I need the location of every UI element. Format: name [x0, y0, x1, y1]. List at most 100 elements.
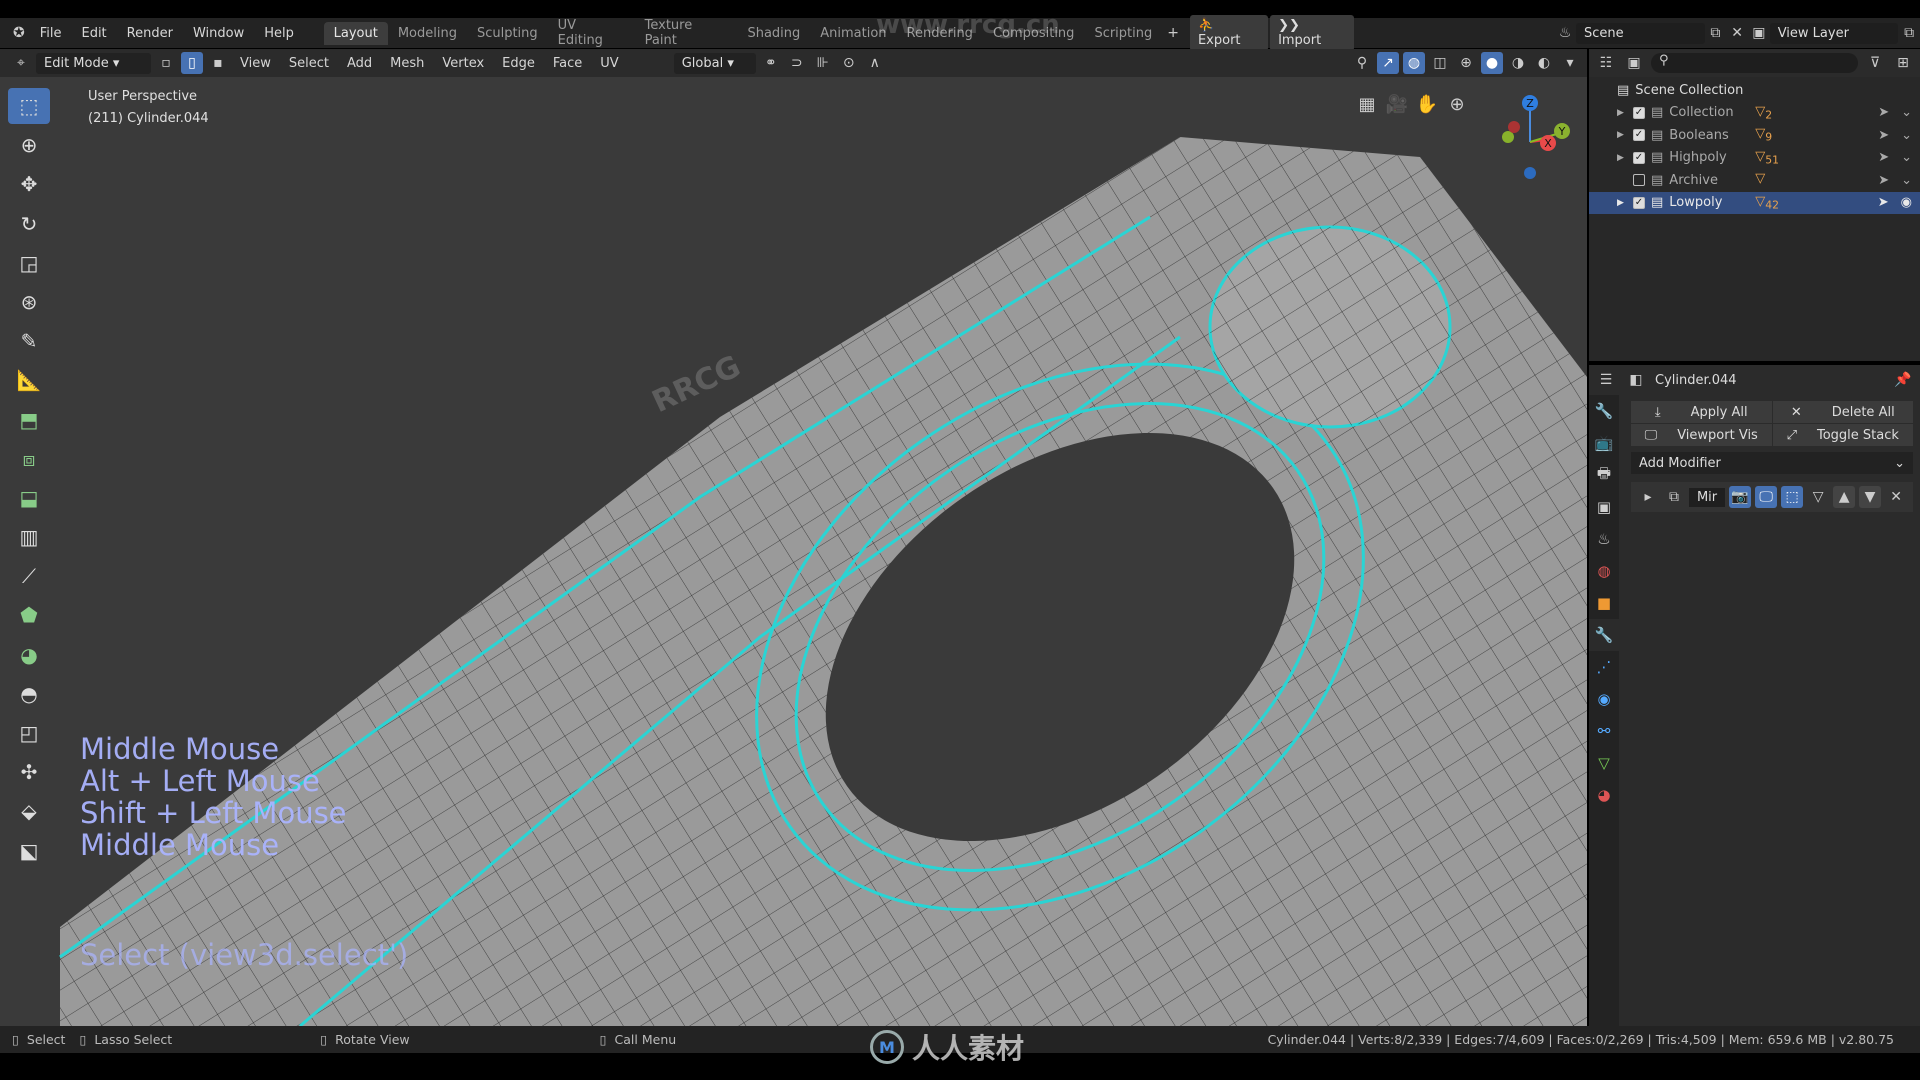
- selectable-icon[interactable]: ➤: [1878, 173, 1889, 188]
- menu-uv[interactable]: UV: [593, 56, 625, 71]
- tool-select-box[interactable]: ⬚: [8, 88, 50, 124]
- exclude-checkbox[interactable]: ✓: [1633, 151, 1645, 164]
- wireframe-shading-icon[interactable]: ⊕: [1455, 52, 1477, 74]
- view-layer-field[interactable]: View Layer: [1769, 22, 1899, 44]
- menu-mesh[interactable]: Mesh: [383, 56, 431, 71]
- view-layer-icon[interactable]: ▣: [1748, 22, 1770, 44]
- menu-add[interactable]: Add: [340, 56, 379, 71]
- expand-arrow-icon[interactable]: ▸: [1637, 486, 1659, 508]
- rendered-shading-icon[interactable]: ◐: [1533, 52, 1555, 74]
- selectable-icon[interactable]: ➤: [1878, 128, 1889, 143]
- exclude-checkbox[interactable]: [1633, 174, 1645, 187]
- tab-scene-icon[interactable]: ♨: [1589, 523, 1619, 555]
- menu-edge[interactable]: Edge: [495, 56, 542, 71]
- tool-loop-cut[interactable]: ▥: [8, 519, 50, 555]
- blender-logo-icon[interactable]: ✪: [8, 22, 30, 44]
- tab-material-icon[interactable]: ◕: [1589, 779, 1619, 811]
- visibility-icon[interactable]: ⌄: [1901, 105, 1912, 120]
- tab-modeling[interactable]: Modeling: [388, 22, 467, 45]
- tool-shear[interactable]: ✣: [8, 754, 50, 790]
- cage-toggle-icon[interactable]: ▽: [1807, 486, 1829, 508]
- outliner-item-collection[interactable]: ▶ ✓ ▤ Collection ▽2 ➤ ⌄: [1589, 102, 1920, 125]
- selectable-icon[interactable]: ➤: [1878, 105, 1889, 120]
- delete-all-button[interactable]: ✕ Delete All: [1772, 401, 1913, 423]
- exclude-checkbox[interactable]: ✓: [1633, 196, 1645, 209]
- tool-cursor[interactable]: ⊕: [8, 127, 50, 163]
- menu-vertex[interactable]: Vertex: [435, 56, 491, 71]
- snap-target-icon[interactable]: ⊪: [812, 52, 834, 74]
- viewport-vis-button[interactable]: 🖵 Viewport Vis: [1631, 424, 1772, 446]
- remove-scene-icon[interactable]: ✕: [1726, 22, 1748, 44]
- tool-poly-build[interactable]: ⬟: [8, 597, 50, 633]
- move-up-icon[interactable]: ▲: [1833, 486, 1856, 508]
- navigation-gizmo[interactable]: Z X Y: [1480, 87, 1587, 197]
- zoom-icon[interactable]: ⊕: [1446, 93, 1468, 115]
- selectable-icon[interactable]: ➤: [1878, 195, 1889, 210]
- tab-layout[interactable]: Layout: [323, 21, 388, 45]
- tool-move[interactable]: ✥: [8, 166, 50, 202]
- proportional-edit-icon[interactable]: ⊙: [838, 52, 860, 74]
- menu-file[interactable]: File: [30, 26, 72, 41]
- tab-world-icon[interactable]: ◍: [1589, 555, 1619, 587]
- tool-spin[interactable]: ◕: [8, 637, 50, 673]
- camera-view-icon[interactable]: 🎥: [1386, 93, 1408, 115]
- menu-edit[interactable]: Edit: [71, 26, 116, 41]
- tool-edge-slide[interactable]: ⬕: [8, 833, 50, 869]
- expand-arrow-icon[interactable]: ▶: [1617, 108, 1627, 118]
- tab-tool-icon[interactable]: 🔧: [1589, 395, 1619, 427]
- pan-hand-icon[interactable]: ✋: [1416, 93, 1438, 115]
- display-mode-icon[interactable]: ☷: [1595, 52, 1617, 74]
- menu-render[interactable]: Render: [117, 26, 183, 41]
- visibility-icon[interactable]: ⌄: [1901, 150, 1912, 165]
- tool-smooth[interactable]: ◓: [8, 676, 50, 712]
- properties-editor-type-icon[interactable]: ☰: [1595, 369, 1617, 391]
- view-layer-filter-icon[interactable]: ▣: [1623, 52, 1645, 74]
- tab-render-icon[interactable]: 📺: [1589, 427, 1619, 459]
- menu-select[interactable]: Select: [282, 56, 336, 71]
- solid-shading-icon[interactable]: ●: [1481, 52, 1503, 74]
- remove-modifier-icon[interactable]: ✕: [1885, 486, 1907, 508]
- tool-rip[interactable]: ⬙: [8, 793, 50, 829]
- tool-extrude[interactable]: ⬒: [8, 402, 50, 438]
- expand-arrow-icon[interactable]: ▶: [1617, 198, 1627, 208]
- gizmo-icon[interactable]: ↗: [1377, 52, 1399, 74]
- menu-window[interactable]: Window: [183, 26, 254, 41]
- overlay-icon[interactable]: ◍: [1403, 52, 1425, 74]
- transform-orientation-dropdown[interactable]: Global ▾: [673, 52, 756, 74]
- scene-collection-row[interactable]: ▤ Scene Collection: [1589, 79, 1920, 102]
- visibility-icon[interactable]: ⚲: [1351, 52, 1373, 74]
- add-workspace-icon[interactable]: +: [1162, 22, 1184, 44]
- visibility-icon[interactable]: ⌄: [1901, 128, 1912, 143]
- snap-icon[interactable]: ⊃: [786, 52, 808, 74]
- menu-face[interactable]: Face: [546, 56, 589, 71]
- falloff-icon[interactable]: ∧: [864, 52, 886, 74]
- viewport-toggle-icon[interactable]: 🖵: [1755, 486, 1778, 508]
- tool-rotate[interactable]: ↻: [8, 206, 50, 242]
- tab-scripting[interactable]: Scripting: [1084, 22, 1162, 45]
- editmode-toggle-icon[interactable]: ⬚: [1781, 486, 1804, 508]
- menu-view[interactable]: View: [233, 56, 278, 71]
- tool-transform[interactable]: ⊛: [8, 284, 50, 320]
- new-view-layer-icon[interactable]: ⧉: [1898, 22, 1920, 44]
- face-select-icon[interactable]: ▪: [207, 52, 229, 74]
- tool-bevel[interactable]: ⬓: [8, 480, 50, 516]
- tab-data-icon[interactable]: ▽: [1589, 747, 1619, 779]
- modifier-name-field[interactable]: Mir: [1688, 487, 1726, 507]
- tab-output-icon[interactable]: 🖶: [1589, 459, 1619, 491]
- move-down-icon[interactable]: ▼: [1859, 486, 1882, 508]
- scene-icon[interactable]: ♨: [1554, 22, 1576, 44]
- tab-object-icon[interactable]: ■: [1589, 587, 1619, 619]
- outliner-item-highpoly[interactable]: ▶ ✓ ▤ Highpoly ▽51 ➤ ⌄: [1589, 147, 1920, 170]
- add-modifier-dropdown[interactable]: Add Modifier ⌄: [1631, 452, 1913, 474]
- new-collection-icon[interactable]: ⊞: [1892, 52, 1914, 74]
- editor-type-icon[interactable]: ⌖: [10, 52, 32, 74]
- visibility-icon[interactable]: ◉: [1901, 195, 1912, 210]
- filter-icon[interactable]: ⊽: [1864, 52, 1886, 74]
- expand-arrow-icon[interactable]: ▶: [1617, 130, 1627, 140]
- expand-arrow-icon[interactable]: ▶: [1617, 153, 1627, 163]
- render-toggle-icon[interactable]: 📷: [1729, 486, 1752, 508]
- visibility-icon[interactable]: ⌄: [1901, 173, 1912, 188]
- pin-icon[interactable]: 📌: [1892, 369, 1914, 391]
- export-button[interactable]: ⛹ Export: [1189, 15, 1269, 51]
- vertex-select-icon[interactable]: ▫: [155, 52, 177, 74]
